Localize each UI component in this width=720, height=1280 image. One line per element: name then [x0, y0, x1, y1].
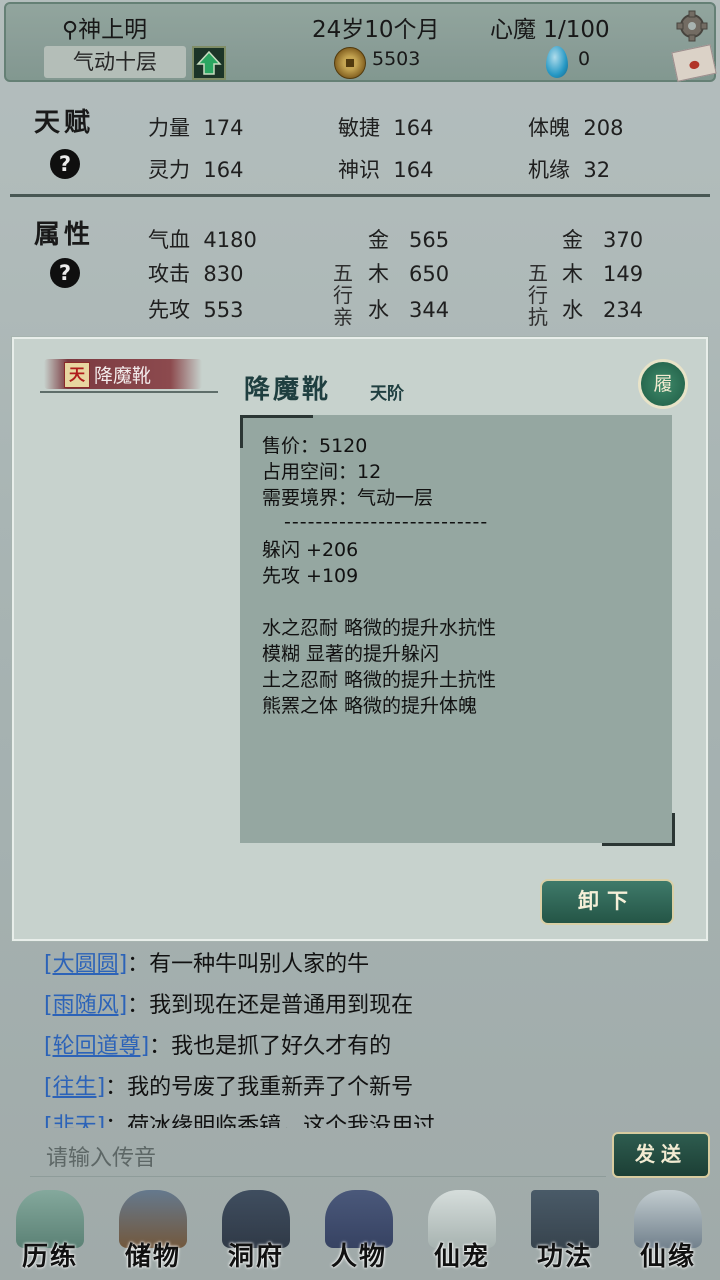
nav-pet[interactable]: 仙宠	[412, 1180, 512, 1280]
separator-line: --------------------------	[284, 511, 489, 533]
item-tab-label: 降魔靴	[94, 365, 152, 387]
item-grade: 天阶	[370, 384, 404, 404]
chat-username[interactable]: [轮回道尊]	[44, 1034, 149, 1059]
nav-storage[interactable]: 储物	[103, 1180, 203, 1280]
nav-training[interactable]: 历练	[0, 1180, 100, 1280]
frame-corner	[602, 813, 675, 846]
chat-message: [雨随风]：我到现在还是普通用到现在	[44, 993, 414, 1018]
trait-blur: 模糊 显著的提升躲闪	[262, 643, 440, 665]
nav-skills[interactable]: 功法	[515, 1180, 615, 1280]
bottom-nav: 历练 储物 洞府 人物 仙宠 功法 仙缘	[0, 1180, 720, 1280]
chat-username[interactable]: [非天]	[44, 1114, 105, 1128]
chat-message: [非天]：荷冰缘明临香镜，这个我没用过	[44, 1108, 435, 1128]
chat-input-placeholder: 请输入传音	[46, 1146, 157, 1171]
boots-slot-icon: 履	[638, 359, 688, 409]
item-required-realm: 需要境界：气动一层	[262, 487, 434, 509]
unequip-button[interactable]: 卸下	[540, 879, 674, 925]
chat-username[interactable]: [雨随风]	[44, 993, 127, 1018]
bonus-dodge: 躲闪 +206	[262, 539, 359, 561]
nav-character[interactable]: 人物	[309, 1180, 409, 1280]
tab-underline	[40, 391, 218, 393]
item-price: 售价：5120	[262, 435, 368, 457]
nav-cave-dwelling[interactable]: 洞府	[206, 1180, 306, 1280]
chat-message: [大圆圆]：有一种牛叫别人家的牛	[44, 952, 370, 977]
item-detail-modal: 天 降魔靴 降魔靴 天阶 履 售价：5120 占用空间：12 需要境界：气动一层…	[12, 337, 708, 941]
grade-badge: 天	[64, 362, 90, 388]
chat-message: [轮回道尊]：我也是抓了好久才有的	[44, 1034, 392, 1059]
item-title: 降魔靴	[244, 375, 332, 405]
send-button[interactable]: 发送	[612, 1132, 710, 1178]
bonus-initiative: 先攻 +109	[262, 565, 359, 587]
item-space: 占用空间：12	[262, 461, 382, 483]
chat-message: [往生]：我的号废了我重新弄了个新号	[44, 1075, 414, 1100]
trait-earth-endurance: 土之忍耐 略微的提升土抗性	[262, 669, 497, 691]
trait-bear-body: 熊罴之体 略微的提升体魄	[262, 695, 478, 717]
nav-fate[interactable]: 仙缘	[618, 1180, 718, 1280]
trait-water-endurance: 水之忍耐 略微的提升水抗性	[262, 617, 497, 639]
chat-username[interactable]: [大圆圆]	[44, 952, 127, 977]
chat-username[interactable]: [往生]	[44, 1075, 105, 1100]
